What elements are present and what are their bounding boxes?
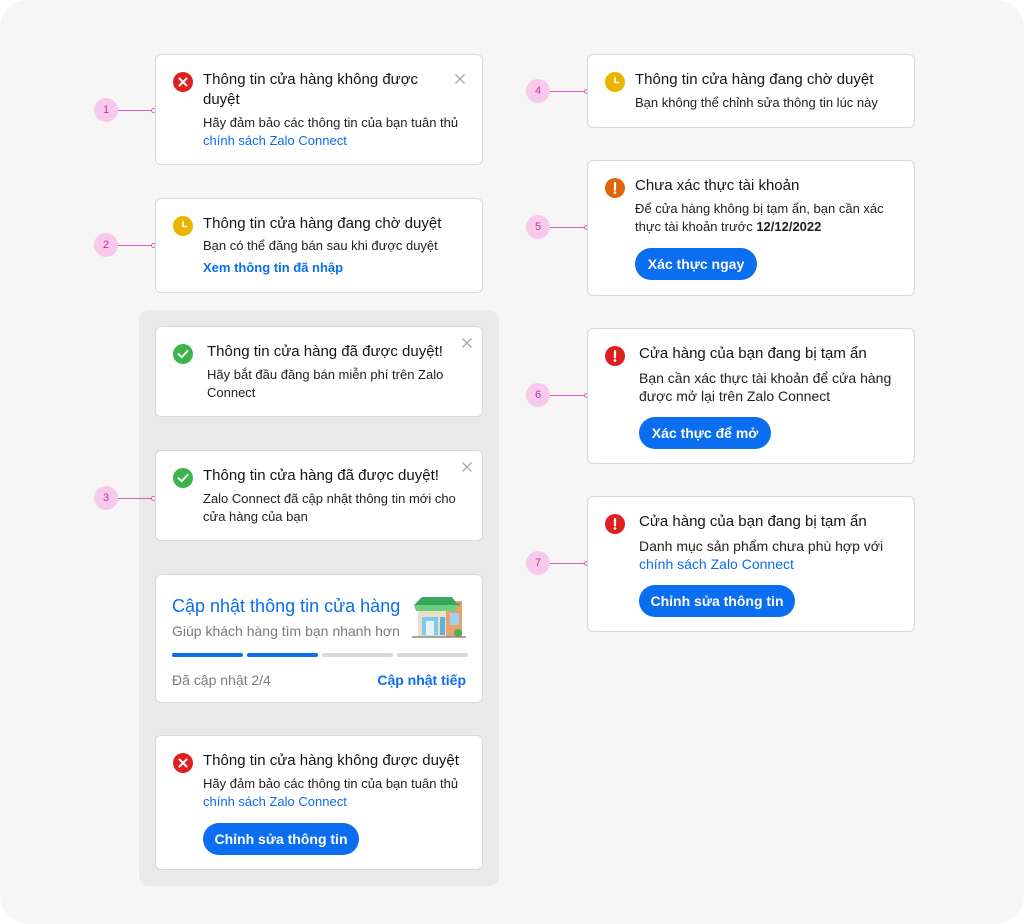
marker-6: 6 [526,383,550,407]
card-description: Zalo Connect đã cập nhật thông tin mới c… [203,491,456,524]
storefront-illustration [412,591,466,639]
check-icon [173,344,193,364]
pending-locked-card: Thông tin cửa hàng đang chờ duyệt Bạn kh… [587,54,915,128]
progress-segment-pending [397,653,468,657]
marker-5: 5 [526,215,550,239]
close-icon[interactable] [461,460,473,472]
marker-4: 4 [526,79,550,103]
marker-3: 3 [94,486,118,510]
policy-link[interactable]: chính sách Zalo Connect [203,133,347,148]
policy-link[interactable]: chính sách Zalo Connect [203,794,347,809]
error-exclamation-icon [605,514,625,534]
continue-update-link[interactable]: Cập nhật tiếp [377,671,466,689]
error-x-icon [173,753,193,773]
close-icon[interactable] [461,336,473,348]
deadline-date: 12/12/2022 [756,219,822,234]
unverified-account-card: Chưa xác thực tài khoản Để cửa hàng khôn… [587,160,915,296]
marker-7-line [550,563,585,564]
rejected-notice-card: Thông tin cửa hàng không được duyệt Hãy … [155,54,483,165]
progress-segment-complete [247,653,318,657]
store-hidden-verify-card: Cửa hàng của bạn đang bị tạm ẩn Bạn cần … [587,328,915,464]
card-title: Thông tin cửa hàng đã được duyệt! [207,343,443,360]
view-submitted-info-link[interactable]: Xem thông tin đã nhập [203,260,343,275]
marker-1-line [118,110,153,111]
edit-info-button[interactable]: Chỉnh sửa thông tin [203,823,359,855]
verify-now-button[interactable]: Xác thực ngay [635,248,757,280]
store-hidden-category-card: Cửa hàng của bạn đang bị tạm ẩn Danh mục… [587,496,915,632]
error-exclamation-icon [605,346,625,366]
card-description: Để cửa hàng không bị tạm ẩn, bạn cần xác… [635,200,893,236]
verify-to-open-button[interactable]: Xác thực để mở [639,417,771,449]
marker-4-line [550,91,585,92]
card-description: Hãy bắt đầu đăng bán miễn phí trên Zalo … [207,367,444,400]
close-icon[interactable] [454,72,466,84]
card-description: Bạn có thể đăng bán sau khi được duyệt [203,238,438,253]
rejected-edit-card: Thông tin cửa hàng không được duyệt Hãy … [155,735,483,870]
progress-card-title: Cập nhật thông tin cửa hàng [172,596,401,616]
progress-label: Đã cập nhật 2/4 [172,672,271,688]
card-description: Bạn không thể chỉnh sửa thông tin lúc nà… [635,95,878,110]
check-icon [173,468,193,488]
card-title: Thông tin cửa hàng đang chờ duyệt [203,215,442,232]
card-title: Cửa hàng của bạn đang bị tạm ẩn [639,513,867,530]
update-progress-card: Cập nhật thông tin cửa hàng Giúp khách h… [155,574,483,703]
card-title: Thông tin cửa hàng đang chờ duyệt [635,71,874,88]
marker-5-line [550,227,585,228]
progress-card-subtitle: Giúp khách hàng tìm bạn nhanh hơn [172,623,400,639]
marker-6-line [550,395,585,396]
card-title: Thông tin cửa hàng đã được duyệt! [203,467,439,484]
card-title: Cửa hàng của bạn đang bị tạm ẩn [639,345,867,362]
card-title: Thông tin cửa hàng không được duyệt [203,71,419,108]
description-text: Hãy đảm bảo các thông tin của bạn tuân t… [203,115,459,130]
clock-icon [605,72,625,92]
progress-bar [172,653,468,657]
marker-3-line [118,498,153,499]
warning-exclamation-icon [605,178,625,198]
card-description: Hãy đảm bảo các thông tin của bạn tuân t… [203,775,473,811]
marker-7: 7 [526,551,550,575]
progress-segment-pending [322,653,393,657]
description-text: Danh mục sản phẩm chưa phù hợp với [639,538,884,554]
description-text: Hãy đảm bảo các thông tin của bạn tuân t… [203,776,459,791]
card-description: Bạn cần xác thực tài khoản để cửa hàng đ… [639,370,892,404]
marker-2: 2 [94,233,118,257]
edit-info-button[interactable]: Chỉnh sửa thông tin [639,585,795,617]
card-description: Hãy đảm bảo các thông tin của bạn tuân t… [203,114,461,150]
card-description: Danh mục sản phẩm chưa phù hợp với chính … [639,537,901,573]
card-title: Chưa xác thực tài khoản [635,177,800,194]
policy-link[interactable]: chính sách Zalo Connect [639,556,794,572]
approved-update-notice-card: Thông tin cửa hàng đã được duyệt! Zalo C… [155,450,483,541]
error-x-icon [173,72,193,92]
progress-segment-complete [172,653,243,657]
marker-2-line [118,245,153,246]
card-title: Thông tin cửa hàng không được duyệt [203,752,459,769]
pending-notice-card: Thông tin cửa hàng đang chờ duyệt Bạn có… [155,198,483,293]
clock-icon [173,216,193,236]
approved-notice-card: Thông tin cửa hàng đã được duyệt! Hãy bắ… [155,326,483,417]
marker-1: 1 [94,98,118,122]
